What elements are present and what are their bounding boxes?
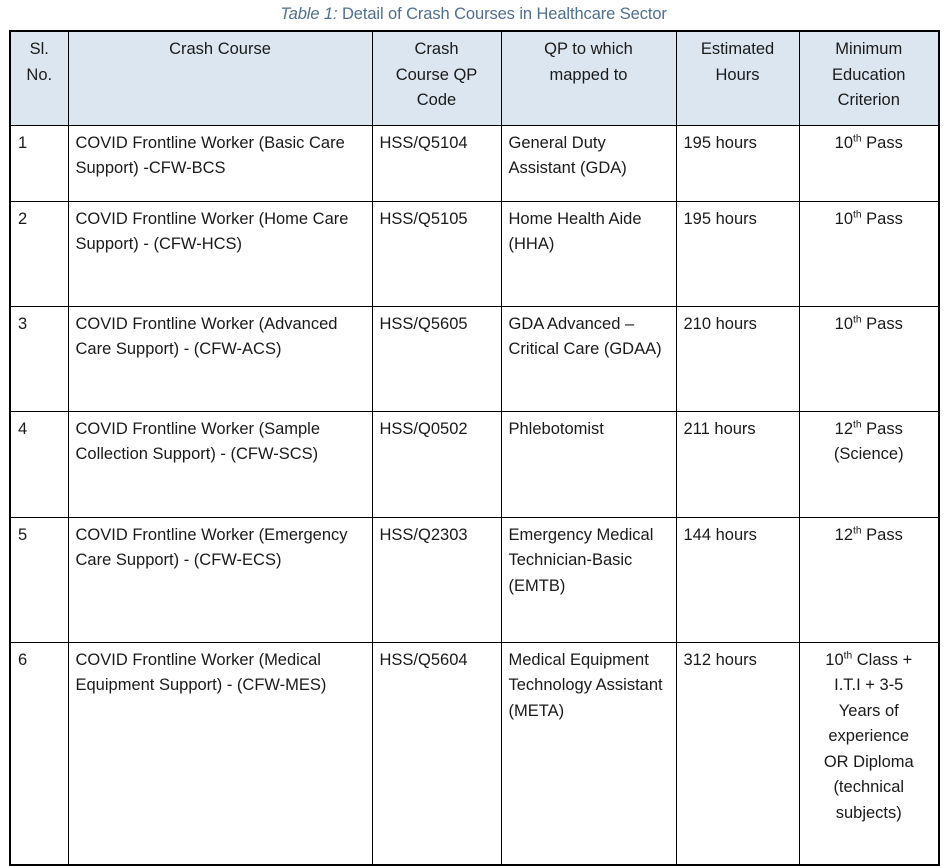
cell-sl-no: 1	[9, 124, 69, 202]
ordinal-suffix: th	[843, 650, 853, 661]
table-row: 5 COVID Frontline Worker (Emergency Care…	[9, 516, 940, 643]
column-header-sl-no: Sl. No.	[9, 30, 69, 126]
table-header-row: Sl. No. Crash Course Crash Course QP Code Q…	[9, 30, 940, 126]
cell-estimated-hours: 195 hours	[675, 200, 800, 307]
cell-estimated-hours: 312 hours	[675, 641, 800, 866]
table-container: Sl. No. Crash Course Crash Course QP Code Q…	[9, 30, 940, 866]
table-body: 1 COVID Frontline Worker (Basic Care Sup…	[9, 124, 940, 866]
column-header-line: Criterion	[837, 91, 900, 109]
education-text: 10	[834, 209, 854, 228]
column-header-line: Code	[416, 91, 457, 109]
column-header-crash-course: Crash Course	[67, 30, 373, 126]
education-text: OR Diploma	[823, 752, 914, 771]
cell-crash-course: COVID Frontline Worker (Basic Care Suppo…	[67, 124, 373, 202]
table-caption: Table 1: Detail of Crash Courses in Heal…	[0, 0, 947, 29]
table-head: Sl. No. Crash Course Crash Course QP Code Q…	[9, 30, 940, 126]
cell-qp-mapped: General Duty Assistant (GDA)	[500, 124, 677, 202]
cell-estimated-hours: 210 hours	[675, 305, 800, 412]
cell-sl-no: 5	[9, 516, 69, 643]
table-row: 4 COVID Frontline Worker (Sample Collect…	[9, 410, 940, 518]
column-header-line: mapped to	[549, 65, 628, 84]
cell-qp-code: HSS/Q5105	[371, 200, 502, 307]
education-text: Pass	[861, 419, 903, 438]
education-text: 10	[825, 650, 844, 669]
cell-qp-code: HSS/Q2303	[371, 516, 502, 643]
education-text: 10	[834, 133, 854, 152]
column-header-line: Hours	[715, 65, 760, 84]
cell-crash-course: COVID Frontline Worker (Advanced Care Su…	[67, 305, 373, 412]
education-text: subjects)	[835, 803, 902, 822]
column-header-line: Crash	[414, 40, 459, 58]
column-header-line: Education	[832, 65, 906, 84]
education-text: Pass	[861, 314, 903, 333]
education-text: (Science)	[833, 445, 904, 463]
column-header-minimum-education-criterion: Minimum Education Criterion	[798, 30, 940, 126]
cell-qp-mapped: GDA Advanced – Critical Care (GDAA)	[500, 305, 677, 412]
education-text: Pass	[861, 133, 903, 152]
cell-estimated-hours: 195 hours	[675, 124, 800, 202]
document-page: Table 1: Detail of Crash Courses in Heal…	[0, 0, 947, 866]
education-text: Years of	[838, 701, 899, 720]
table-row: 6 COVID Frontline Worker (Medical Equipm…	[9, 641, 940, 866]
cell-crash-course: COVID Frontline Worker (Emergency Care S…	[67, 516, 373, 643]
column-header-qp-mapped-to: QP to which mapped to	[500, 30, 677, 126]
ordinal-suffix: th	[853, 419, 862, 430]
cell-qp-code: HSS/Q0502	[371, 410, 502, 518]
education-text: experience	[828, 727, 910, 745]
column-header-line: Estimated	[700, 40, 775, 58]
cell-sl-no: 3	[9, 305, 69, 412]
ordinal-suffix: th	[853, 133, 862, 144]
cell-sl-no: 6	[9, 641, 69, 866]
ordinal-suffix: th	[853, 525, 862, 536]
column-header-estimated-hours: Estimated Hours	[675, 30, 800, 126]
cell-crash-course: COVID Frontline Worker (Sample Collectio…	[67, 410, 373, 518]
cell-qp-mapped: Home Health Aide (HHA)	[500, 200, 677, 307]
table-row: 2 COVID Frontline Worker (Home Care Supp…	[9, 200, 940, 307]
column-header-line: QP to which	[544, 40, 633, 58]
cell-sl-no: 4	[9, 410, 69, 518]
education-text: Class +	[852, 650, 913, 669]
cell-sl-no: 2	[9, 200, 69, 307]
table-row: 1 COVID Frontline Worker (Basic Care Sup…	[9, 124, 940, 202]
column-header-line: Sl.	[29, 40, 49, 58]
crash-courses-table: Sl. No. Crash Course Crash Course QP Code Q…	[9, 30, 940, 866]
cell-education-criterion: 12th Pass (Science)	[798, 410, 940, 518]
cell-education-criterion: 10th Class + I.T.I + 3-5 Years of experienc…	[798, 641, 940, 866]
cell-qp-mapped: Medical Equipment Technology Assistant (…	[500, 641, 677, 866]
table-caption-text: Detail of Crash Courses in Healthcare Se…	[337, 5, 667, 23]
cell-estimated-hours: 144 hours	[675, 516, 800, 643]
table-caption-label: Table 1:	[280, 5, 338, 23]
cell-education-criterion: 12th Pass	[798, 516, 940, 643]
cell-qp-code: HSS/Q5104	[371, 124, 502, 202]
cell-qp-mapped: Phlebotomist	[500, 410, 677, 518]
cell-estimated-hours: 211 hours	[675, 410, 800, 518]
education-text: I.T.I + 3-5	[834, 676, 904, 694]
education-text: Pass	[861, 525, 903, 544]
cell-qp-code: HSS/Q5604	[371, 641, 502, 866]
education-text: (technical	[833, 778, 905, 796]
ordinal-suffix: th	[853, 314, 862, 325]
cell-crash-course: COVID Frontline Worker (Home Care Suppor…	[67, 200, 373, 307]
cell-crash-course: COVID Frontline Worker (Medical Equipmen…	[67, 641, 373, 866]
column-header-line: Course QP	[395, 65, 478, 84]
education-text: Pass	[861, 209, 903, 228]
column-header-crash-course-qp-code: Crash Course QP Code	[371, 30, 502, 126]
cell-qp-code: HSS/Q5605	[371, 305, 502, 412]
cell-education-criterion: 10th Pass	[798, 200, 940, 307]
ordinal-suffix: th	[853, 209, 862, 220]
column-header-line: Minimum	[835, 40, 903, 58]
education-text: 12	[834, 419, 854, 438]
table-row: 3 COVID Frontline Worker (Advanced Care …	[9, 305, 940, 412]
cell-education-criterion: 10th Pass	[798, 124, 940, 202]
education-text: 10	[834, 314, 854, 333]
cell-qp-mapped: Emergency Medical Technician-Basic (EMTB…	[500, 516, 677, 643]
column-header-line: Crash Course	[169, 40, 271, 58]
education-text: 12	[834, 525, 854, 544]
column-header-line: No.	[26, 65, 53, 84]
cell-education-criterion: 10th Pass	[798, 305, 940, 412]
